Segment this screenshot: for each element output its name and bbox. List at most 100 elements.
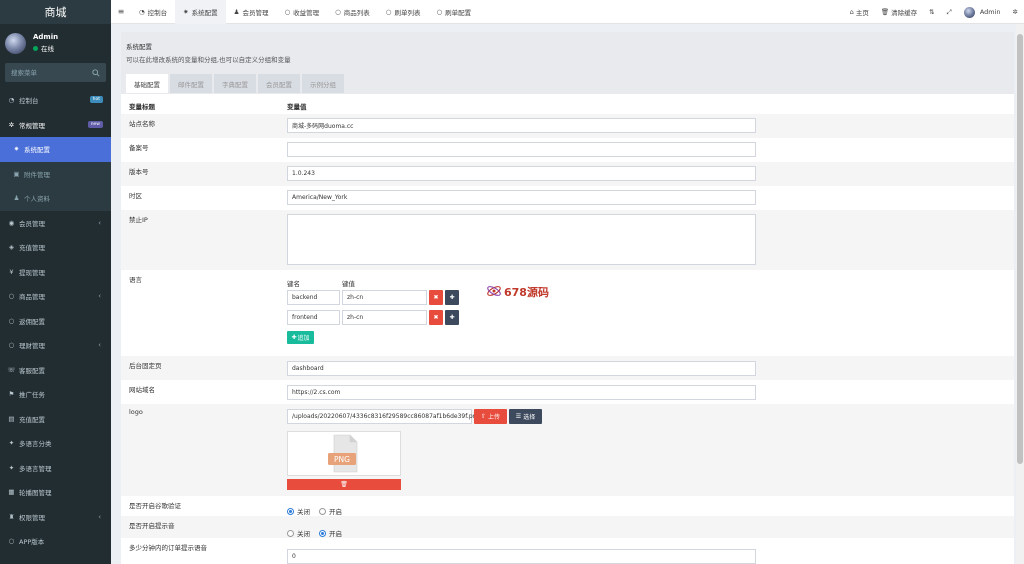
chevron-left-icon: ‹ — [98, 512, 101, 521]
radio-on[interactable] — [319, 529, 326, 537]
fullscreen-icon[interactable]: ⤢ — [941, 8, 958, 17]
circle-icon: ○ — [8, 292, 15, 301]
remove-row-button[interactable]: ✖ — [429, 290, 443, 305]
sidebar-item-permission[interactable]: ♜ 权限管理 ‹ — [0, 505, 111, 530]
cogs-icon: ✲ — [8, 120, 15, 129]
sidebar-item-system-config[interactable]: ✷ 系统配置 — [0, 137, 111, 162]
close-icon: ✖ — [433, 294, 439, 301]
tab-income[interactable]: ○ 收益管理 — [276, 0, 327, 24]
brand-logo[interactable]: 商城 — [0, 0, 111, 24]
move-icon: ✚ — [449, 314, 455, 321]
sidebar-item-label: 多语言分类 — [19, 440, 52, 449]
field-label: 站点名称 — [129, 120, 155, 128]
drag-row-button[interactable]: ✚ — [445, 290, 459, 305]
tab-label: 收益管理 — [293, 8, 320, 17]
circle-icon: ○ — [385, 7, 392, 16]
tab-basic[interactable]: 基础配置 — [126, 74, 168, 93]
order-tip-input[interactable]: 0 — [287, 549, 756, 564]
sidebar-item-label: APP版本 — [19, 538, 45, 547]
gear-icon: ✷ — [183, 7, 189, 16]
site-name-input[interactable]: 商城-多码网duoma.cc — [287, 118, 756, 133]
forbidden-ip-textarea[interactable] — [287, 214, 756, 265]
tab-label: 系统配置 — [191, 8, 218, 17]
tab-goods-list[interactable]: ○ 商品列表 — [327, 0, 378, 24]
table-row: 备案号 — [121, 138, 1014, 162]
service-icon: ☏ — [7, 365, 16, 374]
radio-on[interactable] — [319, 507, 326, 515]
search-icon[interactable] — [92, 68, 100, 77]
sidebar-item-lang-category[interactable]: ✦ 多语言分类 — [0, 431, 111, 456]
sidebar-item-service[interactable]: ☏ 客服配置 — [0, 358, 111, 383]
lang-value-input[interactable]: zh-cn — [342, 290, 427, 305]
trash-icon: 🗑 — [880, 8, 890, 16]
radio-off[interactable] — [287, 529, 294, 537]
field-label: 是否开启提示音 — [129, 522, 175, 530]
tab-example[interactable]: 示例分组 — [302, 74, 344, 93]
tab-dashboard[interactable]: ◔ 控制台 — [131, 0, 175, 24]
delete-image-button[interactable]: 🗑 — [287, 479, 401, 490]
sidebar-item-finance[interactable]: ○ 理财管理 ‹ — [0, 333, 111, 358]
sidebar-item-recharge-config[interactable]: ▤ 充值配置 — [0, 407, 111, 432]
field-label: logo — [129, 408, 143, 416]
dashboard-icon: ◔ — [8, 96, 15, 105]
sidebar-item-app-version[interactable]: ○ APP版本 — [0, 529, 111, 554]
fixed-page-input[interactable]: dashboard — [287, 361, 756, 376]
tab-order-list[interactable]: ○ 刷单列表 — [378, 0, 429, 24]
site-domain-input[interactable]: https://2.cs.com — [287, 385, 756, 400]
close-icon: ✖ — [433, 314, 439, 321]
logo-path-input[interactable]: /uploads/20220607/4336c8316f29589cc86087… — [287, 409, 480, 424]
sidebar-item-members[interactable]: ◉ 会员管理 ‹ — [0, 211, 111, 236]
sidebar-item-label: 权限管理 — [19, 513, 45, 522]
tab-user[interactable]: 会员配置 — [258, 74, 300, 93]
lang-key-input[interactable]: backend — [287, 290, 340, 305]
multiplexing-icon[interactable]: ⇅ — [923, 8, 940, 16]
sidebar-item-commission[interactable]: ○ 返佣配置 — [0, 309, 111, 334]
settings-icon[interactable]: ✲ — [1007, 8, 1024, 16]
lang-value-input[interactable]: zh-cn — [342, 310, 427, 325]
vertical-scrollbar[interactable] — [1016, 24, 1024, 564]
field-label: 禁止IP — [129, 216, 148, 224]
sidebar-item-carousel[interactable]: ▦ 轮播图管理 — [0, 480, 111, 505]
sidebar-item-label: 商品管理 — [19, 293, 45, 302]
tab-members[interactable]: ♟ 会员管理 — [226, 0, 277, 24]
scroll-thumb[interactable] — [1017, 34, 1023, 464]
clear-cache-button[interactable]: 🗑 清除缓存 — [875, 7, 923, 17]
user-circle-icon: ◉ — [8, 218, 15, 227]
logo-preview[interactable]: PNG — [287, 431, 401, 476]
sidebar-item-general[interactable]: ✲ 常规管理 new — [0, 113, 111, 138]
sidebar-item-dashboard[interactable]: ◔ 控制台 hot — [0, 88, 111, 113]
choose-button[interactable]: ☰ 选择 — [509, 409, 542, 424]
sidebar-item-attachment[interactable]: ▣ 附件管理 — [0, 161, 111, 186]
menu-toggle-icon[interactable]: ≡ — [111, 7, 131, 16]
user-menu[interactable]: Admin — [958, 6, 1007, 18]
home-link[interactable]: ⌂ 主页 — [844, 7, 875, 17]
sidebar-item-label: 会员管理 — [19, 219, 45, 228]
sidebar-item-recharge[interactable]: ◈ 充值管理 — [0, 235, 111, 260]
tab-system-config[interactable]: ✷ 系统配置 — [175, 0, 226, 24]
lang-key-input[interactable]: frontend — [287, 310, 340, 325]
sidebar-item-lang-manage[interactable]: ✦ 多语言管理 — [0, 456, 111, 481]
append-button[interactable]: ✚ 追加 — [287, 331, 314, 344]
drag-row-button[interactable]: ✚ — [445, 310, 459, 325]
tab-order-config[interactable]: ○ 刷单配置 — [428, 0, 479, 24]
user-status: 在线 — [33, 43, 58, 53]
sidebar-item-label: 充值配置 — [19, 415, 45, 424]
sidebar-item-withdraw[interactable]: ¥ 提现管理 — [0, 260, 111, 285]
timezone-input[interactable]: America/New_York — [287, 190, 756, 205]
sidebar-item-label: 客服配置 — [19, 366, 45, 375]
remove-row-button[interactable]: ✖ — [429, 310, 443, 325]
version-input[interactable]: 1.0.243 — [287, 166, 756, 181]
language-icon: ✦ — [8, 439, 15, 448]
tab-email[interactable]: 邮件配置 — [170, 74, 212, 93]
sidebar-item-promotion[interactable]: ⚑ 推广任务 — [0, 382, 111, 407]
beian-input[interactable] — [287, 142, 756, 157]
tab-dictionary[interactable]: 字典配置 — [214, 74, 256, 93]
radio-off[interactable] — [287, 507, 294, 515]
upload-button[interactable]: ⇧ 上传 — [474, 409, 507, 424]
config-tabs: 基础配置 邮件配置 字典配置 会员配置 示例分组 — [126, 74, 1009, 93]
sidebar-item-goods[interactable]: ○ 商品管理 ‹ — [0, 284, 111, 309]
status-text: 在线 — [41, 45, 54, 53]
sidebar-search-input[interactable] — [11, 68, 81, 77]
sidebar-item-label: 轮播图管理 — [19, 489, 52, 498]
sidebar-item-profile[interactable]: ♟ 个人资料 — [0, 186, 111, 211]
